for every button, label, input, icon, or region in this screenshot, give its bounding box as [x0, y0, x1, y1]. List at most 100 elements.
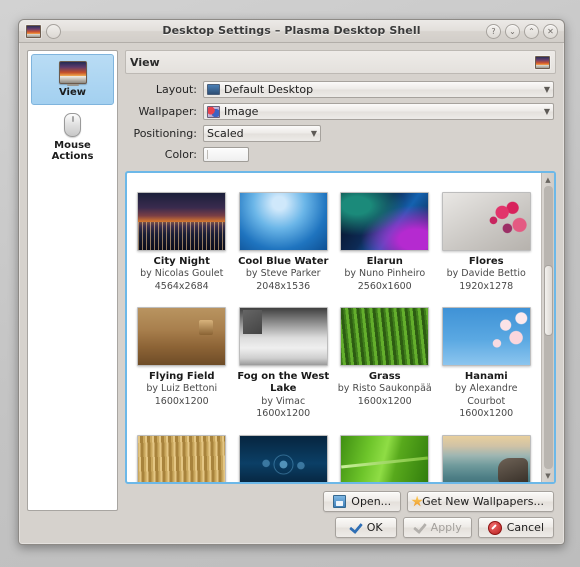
wallpaper-name: Fog on the West Lake — [237, 370, 330, 395]
wallpaper-item[interactable]: Hanami by Alexandre Courbot 1600x1200 — [436, 301, 538, 429]
wallpaper-row: Wallpaper: Image ▼ — [125, 103, 554, 120]
wallpaper-item[interactable]: Horos by Nuno Pinheiro 1600x1200 — [233, 429, 335, 482]
image-icon — [207, 105, 220, 118]
wallpaper-author: by Vimac — [261, 395, 306, 407]
wallpaper-thumbnail — [137, 306, 227, 366]
layout-row: Layout: Default Desktop ▼ — [125, 81, 554, 98]
open-button-label: Open... — [351, 495, 392, 508]
wallpaper-grid-scroll[interactable]: 3504x2336 1600x1200 — [127, 173, 541, 482]
window-title: Desktop Settings – Plasma Desktop Shell — [162, 24, 421, 37]
layout-label: Layout: — [155, 83, 197, 96]
wallpaper-item[interactable]: Fog on the West Lake by Vimac 1600x1200 — [233, 301, 335, 429]
wallpaper-item[interactable]: Flores by Davide Bettio 1920x1278 — [436, 186, 538, 301]
wallpaper-item[interactable]: Hope by renatus88 2048x1151 — [131, 429, 233, 482]
wallpaper-author: by Alexandre Courbot — [454, 383, 518, 407]
layout-select[interactable]: Default Desktop ▼ — [203, 81, 554, 98]
wallpaper-resolution: 1600x1200 — [154, 395, 209, 407]
wallpaper-author: by Steve Parker — [245, 268, 321, 280]
wallpaper-item[interactable]: Elarun by Nuno Pinheiro 2560x1600 — [334, 186, 436, 301]
dialog-buttons-row: OK Apply Cancel — [27, 517, 556, 538]
chevron-down-icon: ▼ — [543, 107, 550, 116]
wallpaper-name: Hanami — [464, 370, 508, 382]
wallpaper-item[interactable]: Leaf And Dews by Jyothish Kumar P.G 3648… — [334, 429, 436, 482]
desktop-settings-window: Desktop Settings – Plasma Desktop Shell … — [18, 19, 565, 545]
cancel-button-label: Cancel — [506, 521, 544, 534]
apply-button: Apply — [402, 517, 472, 538]
wallpaper-label: Wallpaper: — [138, 105, 197, 118]
wallpaper-item[interactable]: 3504x2336 — [131, 173, 233, 186]
help-icon[interactable]: ? — [486, 24, 501, 39]
wallpaper-resolution: 1600x1200 — [357, 395, 412, 407]
sidebar: View Mouse Actions — [27, 50, 118, 511]
positioning-value: Scaled — [207, 127, 244, 140]
wallpaper-author: by Davide Bettio — [446, 268, 526, 280]
wallpaper-thumbnail — [441, 434, 531, 482]
wallpaper-resolution: 1595x1021 — [439, 173, 535, 178]
mouse-icon — [64, 112, 81, 137]
window-body: View Mouse Actions View Layout: Default … — [19, 42, 564, 544]
wallpaper-author: by Luiz Bettoni — [146, 383, 218, 395]
wallpaper-name: Grass — [368, 370, 401, 382]
title-bar[interactable]: Desktop Settings – Plasma Desktop Shell … — [19, 20, 564, 43]
scroll-down-icon[interactable]: ▼ — [543, 470, 554, 481]
minimize-icon[interactable]: ⌄ — [505, 24, 520, 39]
sidebar-item-label: View — [58, 87, 86, 98]
wallpaper-item[interactable]: 1600x1200 — [233, 173, 335, 186]
content-row: View Mouse Actions View Layout: Default … — [27, 50, 556, 512]
wallpaper-item[interactable]: Flying Field by Luiz Bettoni 1600x1200 — [131, 301, 233, 429]
wallpaper-name: Cool Blue Water — [238, 255, 329, 267]
wallpaper-thumbnail — [238, 191, 328, 251]
check-icon — [413, 522, 426, 533]
page-title: View — [130, 55, 160, 69]
chevron-down-icon: ▼ — [543, 85, 550, 94]
wallpaper-item[interactable]: Grass by Risto Saukonpää 1600x1200 — [334, 301, 436, 429]
window-controls: ? ⌄ ⌃ ✕ — [486, 24, 558, 39]
wallpaper-item[interactable]: 3840x3516 — [334, 173, 436, 186]
wallpaper-thumbnail — [340, 191, 430, 251]
main-panel: View Layout: Default Desktop ▼ Wallpaper… — [125, 50, 556, 512]
wallpaper-name: City Night — [153, 255, 210, 267]
wallpaper-item[interactable]: Cool Blue Water by Steve Parker 2048x153… — [233, 186, 335, 301]
maximize-icon[interactable]: ⌃ — [524, 24, 539, 39]
sidebar-item-mouse-actions[interactable]: Mouse Actions — [31, 107, 114, 168]
wallpaper-item[interactable]: Linda Linda by Prachanart Viriyaraks 149… — [436, 429, 538, 482]
positioning-label: Positioning: — [133, 127, 197, 140]
wallpaper-select[interactable]: Image ▼ — [203, 103, 554, 120]
chevron-down-icon: ▼ — [310, 129, 317, 138]
positioning-row: Positioning: Scaled ▼ — [125, 125, 554, 142]
wallpaper-name: Flying Field — [148, 370, 215, 382]
wallpaper-item[interactable]: City Night by Nicolas Goulet 4564x2684 — [131, 186, 233, 301]
close-icon[interactable]: ✕ — [543, 24, 558, 39]
wallpaper-resolution: 4564x2684 — [154, 280, 209, 292]
wallpaper-name: Elarun — [366, 255, 403, 267]
wallpaper-thumbnail — [441, 306, 531, 366]
wallpaper-grid: 3504x2336 1600x1200 — [127, 173, 541, 482]
wallpaper-grid-container: 3504x2336 1600x1200 — [125, 171, 556, 484]
wallpaper-name: Flores — [468, 255, 504, 267]
wallpaper-thumbnail — [238, 434, 328, 482]
settings-form: Layout: Default Desktop ▼ Wallpaper: Ima… — [125, 74, 556, 171]
scrollbar-track[interactable] — [543, 186, 553, 469]
positioning-select[interactable]: Scaled ▼ — [203, 125, 321, 142]
wallpaper-thumbnail — [340, 306, 430, 366]
layout-value: Default Desktop — [224, 83, 314, 96]
open-button[interactable]: Open... — [323, 491, 402, 512]
cancel-icon — [487, 520, 502, 535]
wallpaper-author: by Risto Saukonpää — [337, 383, 432, 395]
wallpaper-actions-row: Open... Get New Wallpapers... — [125, 491, 556, 512]
wallpaper-resolution: 2048x1536 — [256, 280, 311, 292]
get-new-wallpapers-button[interactable]: Get New Wallpapers... — [407, 491, 554, 512]
scrollbar-thumb[interactable] — [543, 265, 553, 336]
color-swatch-button[interactable] — [203, 147, 249, 162]
wallpaper-item[interactable]: Viriyaraks 1595x1021 — [436, 173, 538, 186]
wallpaper-resolution: 1600x1200 — [459, 408, 514, 420]
ok-button[interactable]: OK — [334, 517, 397, 538]
cancel-button[interactable]: Cancel — [477, 517, 554, 538]
layout-icon — [207, 84, 220, 95]
wallpaper-grid-scrollbar[interactable]: ▲ ▼ — [541, 173, 554, 482]
scroll-up-icon[interactable]: ▲ — [543, 174, 554, 185]
apply-button-label: Apply — [430, 521, 462, 534]
wallpaper-thumbnail — [441, 191, 531, 251]
wallpaper-author: by Nicolas Goulet — [140, 268, 224, 280]
sidebar-item-view[interactable]: View — [31, 54, 114, 105]
